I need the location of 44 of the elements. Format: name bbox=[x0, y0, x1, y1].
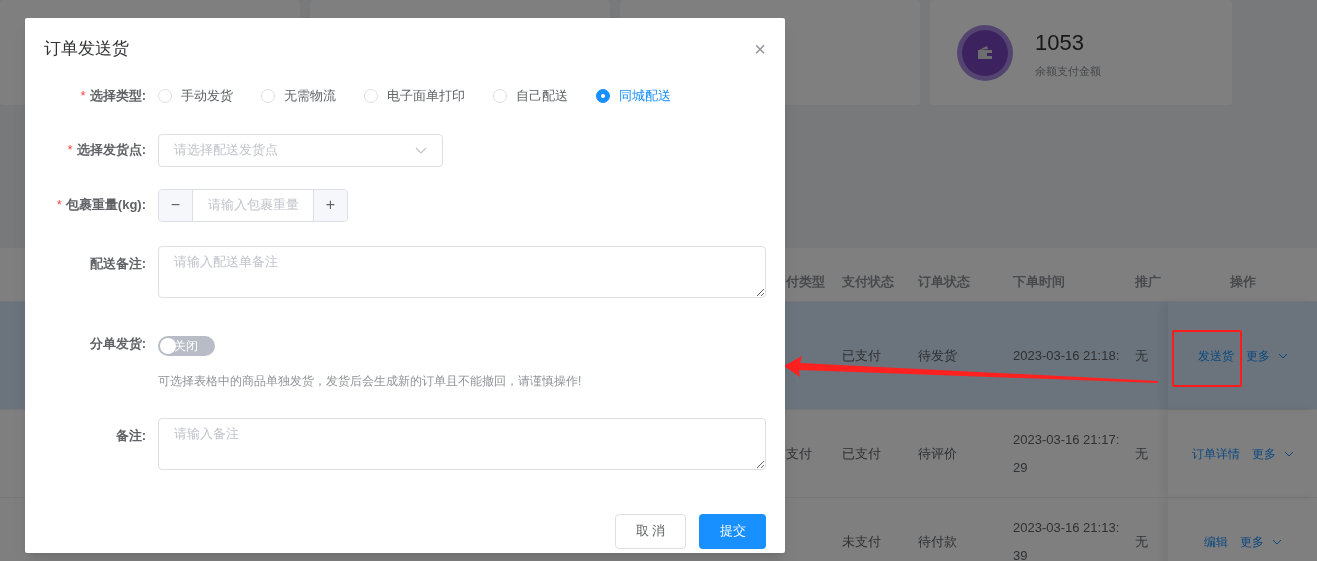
radio-option[interactable]: 无需物流 bbox=[261, 85, 336, 106]
action-link[interactable]: 发送货 bbox=[1197, 346, 1234, 365]
field-label: 分单发货: bbox=[89, 334, 146, 353]
table-cell-text: 待发货 bbox=[917, 346, 958, 365]
radio-option[interactable]: 同城配送 bbox=[596, 85, 671, 106]
annotation-box bbox=[1172, 330, 1242, 387]
table-cell-text: 未支付 bbox=[841, 532, 882, 551]
remark-field[interactable]: 请输入配送单备注 bbox=[158, 245, 766, 298]
hint-text: 可选择表格中的商品单独发货，发货后会生成新的订单且不能撤回，请谨慎操作! bbox=[158, 372, 582, 390]
more-dropdown[interactable]: 更多 bbox=[1245, 346, 1288, 365]
select-field[interactable]: 请选择配送发货点 bbox=[158, 133, 443, 167]
table-cell-text: 2023-03-16 21:13:39 bbox=[1012, 518, 1121, 561]
more-dropdown[interactable]: 更多 bbox=[1239, 532, 1282, 551]
action-link[interactable]: 编辑 bbox=[1203, 532, 1228, 551]
table-cell-text: 2023-03-16 21:17:29 bbox=[1012, 430, 1121, 477]
table-cell-text: 支付 bbox=[785, 444, 813, 463]
dialog-title: 订单发送货 bbox=[44, 38, 129, 60]
close-button[interactable]: × bbox=[754, 38, 766, 59]
submit-button[interactable]: 提交 bbox=[699, 513, 766, 549]
increment-button[interactable]: + bbox=[313, 189, 347, 221]
stat-value: 1053 bbox=[1035, 28, 1085, 57]
field-label: * 选择类型: bbox=[80, 86, 146, 105]
decrement-button[interactable]: − bbox=[159, 189, 193, 221]
table-cell-text: 2023-03-16 21:18: bbox=[1012, 346, 1121, 365]
toggle-switch[interactable]: 关闭 bbox=[158, 335, 215, 356]
table-cell-text: 无 bbox=[1134, 444, 1149, 463]
table-cell-text: 无 bbox=[1134, 346, 1149, 365]
table-cell-text: 待付款 bbox=[917, 532, 958, 551]
field-label: 备注: bbox=[115, 426, 146, 445]
table-cell-text: 已支付 bbox=[841, 444, 882, 463]
field-label: * 选择发货点: bbox=[67, 141, 146, 160]
field-label: 配送备注: bbox=[89, 254, 146, 273]
more-dropdown[interactable]: 更多 bbox=[1251, 444, 1294, 463]
weight-field[interactable]: − 请输入包裹重量 + bbox=[158, 188, 348, 222]
field-label: * 包裹重量(kg): bbox=[56, 196, 146, 215]
radio-option[interactable]: 自己配送 bbox=[493, 85, 568, 106]
remark-field[interactable]: 请输入备注 bbox=[158, 417, 766, 470]
action-link[interactable]: 订单详情 bbox=[1191, 444, 1240, 463]
cancel-button[interactable]: 取 消 bbox=[615, 513, 686, 549]
table-cell-text: 无 bbox=[1134, 532, 1149, 551]
radio-option[interactable]: 电子面单打印 bbox=[364, 85, 465, 106]
table-cell-text: 待评价 bbox=[917, 444, 958, 463]
radio-option[interactable]: 手动发货 bbox=[158, 85, 233, 106]
table-cell-text: 已支付 bbox=[841, 346, 882, 365]
